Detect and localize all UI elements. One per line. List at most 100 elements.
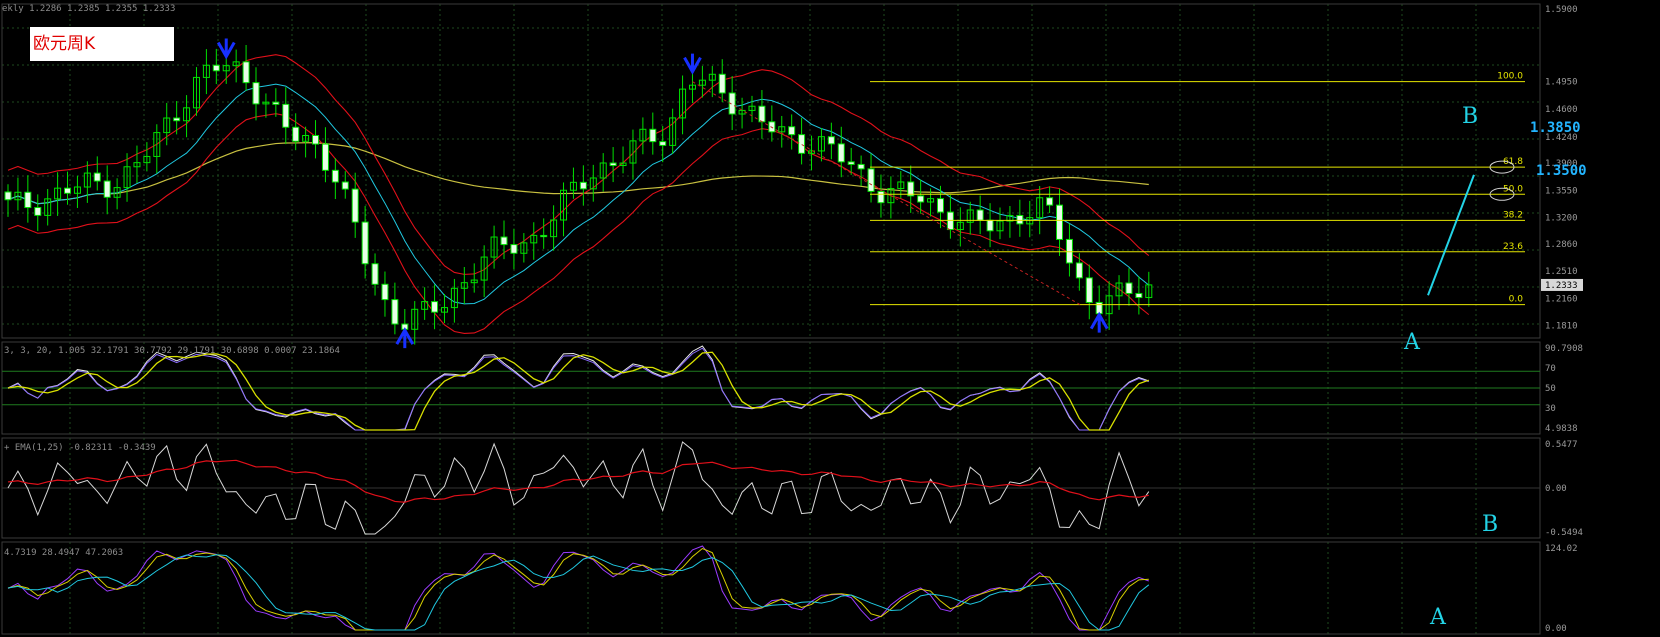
osma-signal-line [7, 459, 1149, 503]
price-axis-tick: 1.2510 [1545, 267, 1578, 277]
price-axis-tick: 1.4600 [1545, 105, 1578, 115]
target-1350-label: 1.3500 [1536, 163, 1587, 179]
candle-body [4, 191, 12, 201]
candle-body [292, 126, 300, 142]
swing-high-arrow-icon [216, 38, 236, 60]
candle-body [351, 188, 359, 223]
candle-body [64, 187, 72, 194]
chart-grid [2, 4, 1540, 634]
stochastic-axis-tick: 30 [1545, 404, 1556, 414]
fib-level-label: 100.0 [1497, 72, 1523, 82]
candle-body [1056, 204, 1064, 240]
candle-body [917, 195, 925, 203]
candle-body [659, 141, 667, 146]
candle-body [1016, 214, 1024, 225]
osma-panel [2, 441, 1540, 535]
candle-body [500, 236, 508, 246]
candle-body [242, 61, 250, 84]
candle-body [34, 207, 42, 216]
candle-body [312, 134, 320, 145]
candle-body [907, 181, 915, 197]
swing-low-arrow-icon [395, 327, 415, 349]
candle-body [341, 181, 349, 190]
candle-body [391, 299, 399, 325]
candle-body [847, 161, 855, 165]
price-axis-tick: 1.3550 [1545, 186, 1578, 196]
price-axis-tick: 1.3200 [1545, 214, 1578, 224]
candle-body [758, 105, 766, 123]
candle-body [540, 234, 548, 238]
candle-body [252, 82, 260, 105]
stochastic-signal-line [7, 351, 1150, 431]
osc-b-label: B [1482, 512, 1499, 537]
bollinger-upper [7, 54, 1150, 275]
panel-border [1, 541, 1541, 635]
price-axis-tick: 1.1810 [1545, 322, 1578, 332]
candle-body [1075, 262, 1083, 279]
candle-body [936, 198, 944, 213]
candle-body [1085, 277, 1093, 303]
panel-border [1, 3, 1541, 339]
candle-body [93, 172, 101, 182]
osc-a-label: A [1430, 605, 1446, 630]
rsi-info: 4.7319 28.4947 47.2063 [4, 548, 124, 558]
price-axis-tick: 1.4950 [1545, 78, 1578, 88]
candle-body [321, 143, 329, 171]
candle-body [381, 283, 389, 301]
candle-body [1046, 197, 1054, 206]
candle-body [282, 103, 290, 128]
fib-level-label: 23.6 [1503, 242, 1523, 252]
stochastic-axis-tick: 50 [1545, 384, 1556, 394]
target-1385-label: 1.3850 [1530, 120, 1581, 136]
chart-title: 欧元周K [30, 27, 174, 61]
candle-body [609, 162, 617, 167]
candle-body [798, 134, 806, 154]
osma-axis-tick: 0.5477 [1545, 440, 1578, 450]
panel-borders [1, 3, 1541, 635]
wave-a-label: A [1404, 330, 1420, 355]
candle-body [272, 101, 280, 105]
wave-b-label: B [1462, 104, 1479, 129]
price-axis-tick: 1.5900 [1545, 5, 1578, 15]
price-axis-tick: 1.2160 [1545, 294, 1578, 304]
osma-info: + EMA(1,25) -0.82311 -0.3439 [4, 443, 156, 453]
candle-body [371, 263, 379, 285]
stochastic-panel [2, 345, 1540, 431]
candle-body [976, 209, 984, 221]
swing-high-arrow-icon [683, 53, 702, 75]
candle-body [1125, 282, 1133, 294]
candle-body [857, 163, 865, 170]
candle-body [331, 169, 339, 183]
candle-body [103, 180, 111, 198]
candle-body [827, 136, 835, 145]
chart-canvas: 100.061.850.038.223.60.0 1.59001.49501.4… [1, 3, 1583, 635]
candle-body [24, 191, 32, 209]
candle-body [837, 143, 845, 163]
candle-body [867, 168, 875, 192]
stochastic-axis-tick: 90.7908 [1545, 344, 1583, 354]
rsi-signal-line [7, 547, 1149, 631]
fib-level-label: 0.0 [1509, 295, 1524, 305]
candle-body [173, 117, 181, 122]
stochastic-axis-tick: 4.9838 [1545, 424, 1578, 434]
candle-body [361, 221, 369, 265]
current-price-label: 1.2333 [1545, 281, 1578, 291]
rsi-axis-tick: 0.00 [1545, 624, 1567, 634]
candle-body [877, 190, 885, 204]
candle-body [718, 73, 726, 94]
price-axis-tick: 1.2860 [1545, 240, 1578, 250]
stochastic-axis-tick: 70 [1545, 364, 1556, 374]
stochastic-info: 3, 3, 20, 1.005 32.1791 30.7792 29.1791 … [4, 346, 340, 356]
candle-body [431, 301, 439, 313]
price-axis: 1.59001.49501.46001.42401.39001.35501.32… [1541, 5, 1583, 634]
projection-line [1427, 174, 1475, 296]
bollinger-lower [7, 113, 1150, 334]
osma-axis-tick: 0.00 [1545, 484, 1567, 494]
symbol-info: ekly 1.2286 1.2385 1.2355 1.2333 [2, 4, 176, 14]
candle-body [579, 181, 587, 190]
fib-diagonal [692, 81, 1081, 306]
fib-level-label: 38.2 [1503, 210, 1523, 220]
candle-body [788, 126, 796, 136]
candle-body [1065, 238, 1073, 264]
rsi-smooth-line [7, 554, 1150, 631]
